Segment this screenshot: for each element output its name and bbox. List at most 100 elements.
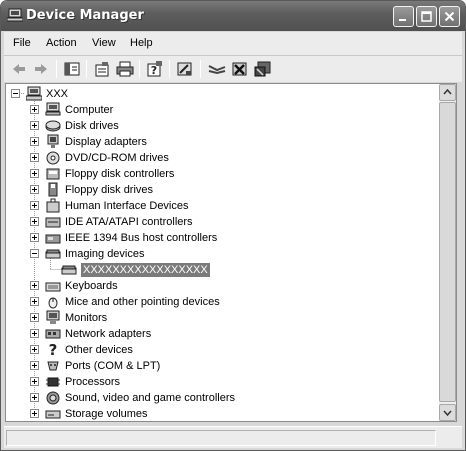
expand-toggle[interactable] <box>30 329 39 338</box>
back-icon[interactable] <box>10 61 28 77</box>
device-tree[interactable]: XXX Computer Disk drives Display adapters D… <box>6 84 436 421</box>
tree-category-row[interactable]: Processors <box>6 374 406 390</box>
minimize-icon <box>399 19 406 21</box>
category-label: Mice and other pointing devices <box>65 296 220 308</box>
category-label: Disk drives <box>65 120 119 132</box>
ieee1394-icon <box>45 234 61 244</box>
collapse-toggle[interactable] <box>11 89 20 98</box>
scroll-up-button[interactable] <box>439 84 456 101</box>
uninstall-icon[interactable] <box>231 61 249 77</box>
expand-toggle[interactable] <box>30 217 39 226</box>
unknown-device-icon: ? <box>49 342 58 357</box>
tree-category-row[interactable]: Floppy disk controllers <box>6 166 406 182</box>
tree-category-row[interactable]: IDE ATA/ATAPI controllers <box>6 214 406 230</box>
tree-category-row[interactable]: Sound, video and game controllers <box>6 390 406 406</box>
expand-toggle[interactable] <box>30 137 39 146</box>
expand-toggle[interactable] <box>30 297 39 306</box>
display-adapter-icon <box>47 134 59 148</box>
mouse-icon <box>48 297 58 309</box>
category-label: Monitors <box>65 312 108 324</box>
scan-hardware-icon[interactable] <box>208 61 226 77</box>
tree-category-row[interactable]: DVD/CD-ROM drives <box>6 150 406 166</box>
port-icon <box>47 361 59 371</box>
expand-toggle[interactable] <box>30 393 39 402</box>
tree-category-row[interactable]: Ports (COM & LPT) <box>6 358 406 374</box>
properties-icon[interactable] <box>93 61 111 77</box>
close-button[interactable] <box>439 6 460 27</box>
processor-icon <box>46 377 60 387</box>
toolbar-separator <box>139 60 140 78</box>
category-label: Network adapters <box>65 328 152 340</box>
scroll-down-button[interactable] <box>439 404 456 421</box>
expand-toggle[interactable] <box>30 105 39 114</box>
toolbar-separator <box>169 60 170 78</box>
tree-category-row[interactable]: ? Other devices <box>6 342 406 358</box>
tree-category-row[interactable]: Monitors <box>6 310 406 326</box>
help-icon[interactable]: ? <box>146 61 164 77</box>
print-icon[interactable] <box>116 61 134 77</box>
expand-toggle[interactable] <box>30 345 39 354</box>
menu-action[interactable]: Action <box>46 37 77 49</box>
disable-icon[interactable] <box>254 61 272 77</box>
tree-category-row[interactable]: Display adapters <box>6 134 406 150</box>
tree-device-row[interactable]: XXXXXXXXXXXXXXXXX <box>6 262 406 278</box>
expand-toggle[interactable] <box>30 169 39 178</box>
category-label: Processors <box>65 376 121 388</box>
tree-category-row[interactable]: Human Interface Devices <box>6 198 406 214</box>
tree-root-row[interactable]: XXX <box>6 86 106 102</box>
menu-file[interactable]: File <box>13 37 31 49</box>
expand-toggle[interactable] <box>30 313 39 322</box>
expand-toggle[interactable] <box>30 361 39 370</box>
vertical-scrollbar[interactable] <box>439 84 456 421</box>
ide-controller-icon <box>45 217 61 228</box>
tree-category-row[interactable]: Disk drives <box>6 118 406 134</box>
storage-volume-icon <box>45 410 61 419</box>
expand-toggle[interactable] <box>30 281 39 290</box>
maximize-button[interactable] <box>416 6 437 27</box>
network-adapter-icon <box>45 329 61 339</box>
floppy-drive-icon <box>48 182 58 197</box>
tree-category-row[interactable]: Computer <box>6 102 406 118</box>
scanner-icon <box>61 265 77 275</box>
menu-bar: File Action View Help <box>4 32 462 55</box>
expand-toggle[interactable] <box>30 121 39 130</box>
tree-category-row[interactable]: Floppy disk drives <box>6 182 406 198</box>
update-driver-icon[interactable] <box>176 61 194 77</box>
computer-root-icon <box>26 86 42 101</box>
title-bar[interactable]: Device Manager <box>1 1 465 31</box>
tree-category-row[interactable]: Keyboards <box>6 278 406 294</box>
maximize-icon <box>421 11 432 22</box>
tree-category-row[interactable]: Mice and other pointing devices <box>6 294 406 310</box>
keyboard-icon <box>45 282 61 292</box>
device-manager-icon <box>7 8 23 22</box>
expand-toggle[interactable] <box>30 409 39 418</box>
forward-icon[interactable] <box>32 61 50 77</box>
category-label: Keyboards <box>65 280 118 292</box>
expand-toggle[interactable] <box>30 153 39 162</box>
expand-toggle[interactable] <box>30 201 39 210</box>
tree-category-row[interactable]: Imaging devices <box>6 246 406 262</box>
show-hide-console-tree-icon[interactable] <box>63 61 81 77</box>
tree-category-row[interactable]: IEEE 1394 Bus host controllers <box>6 230 406 246</box>
disk-drive-icon <box>45 120 61 132</box>
category-label: IDE ATA/ATAPI controllers <box>65 216 193 228</box>
scroll-thumb[interactable] <box>439 102 456 402</box>
tree-category-row[interactable]: Network adapters <box>6 326 406 342</box>
minimize-button[interactable] <box>393 6 414 27</box>
scroll-up-icon <box>443 88 452 95</box>
expand-toggle[interactable] <box>30 233 39 242</box>
computer-icon <box>45 102 61 116</box>
toolbar-separator <box>200 60 201 78</box>
expand-toggle[interactable] <box>30 185 39 194</box>
collapse-toggle[interactable] <box>30 249 39 258</box>
floppy-controller-icon <box>46 168 60 180</box>
category-label: Storage volumes <box>65 408 148 420</box>
category-label: Computer <box>65 104 114 116</box>
category-label: DVD/CD-ROM drives <box>65 152 169 164</box>
expand-toggle[interactable] <box>30 377 39 386</box>
menu-view[interactable]: View <box>92 37 116 49</box>
category-label: Floppy disk controllers <box>65 168 175 180</box>
toolbar-separator <box>86 60 87 78</box>
tree-category-row[interactable]: Storage volumes <box>6 406 406 421</box>
menu-help[interactable]: Help <box>130 37 153 49</box>
